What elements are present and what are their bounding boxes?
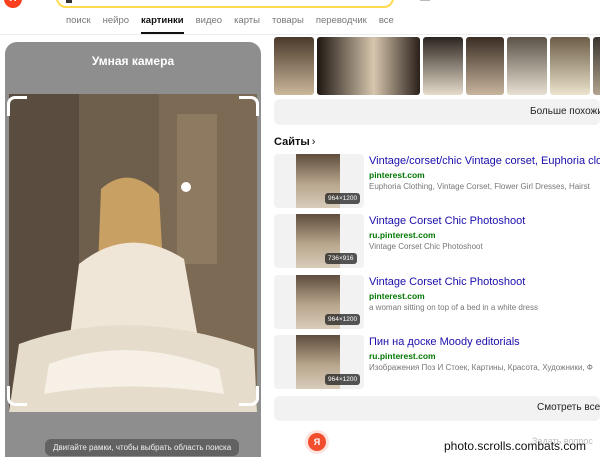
- result-description: a woman sitting on top of a bed in a whi…: [369, 303, 538, 312]
- result-title-link[interactable]: Vintage Corset Chic Photoshoot: [369, 215, 525, 227]
- similar-image[interactable]: [317, 37, 420, 95]
- smart-camera-panel: Умная камера Двигайте рамки, чтобы выбра…: [5, 42, 261, 457]
- image-size-badge: 736×916: [325, 253, 357, 264]
- query-photo[interactable]: [9, 94, 257, 412]
- sites-heading[interactable]: Сайты ›: [274, 136, 315, 148]
- tab-maps[interactable]: карты: [234, 14, 260, 34]
- crop-handle-bottom-left[interactable]: [7, 386, 27, 406]
- tab-all[interactable]: все: [379, 14, 394, 34]
- site-result[interactable]: 736×916 Vintage Corset Chic Photoshoot r…: [274, 214, 600, 270]
- alice-assistant-button[interactable]: Я: [305, 430, 329, 454]
- tab-search[interactable]: поиск: [66, 14, 91, 34]
- search-input[interactable]: [56, 0, 394, 8]
- image-size-badge: 964×1200: [325, 374, 361, 385]
- crop-handle-bottom-right[interactable]: [239, 386, 259, 406]
- tab-neuro[interactable]: нейро: [103, 14, 129, 34]
- image-size-badge: 964×1200: [325, 193, 361, 204]
- more-similar-label: Больше похожи: [530, 106, 600, 117]
- result-description: Изображения Поз И Стоек, Картины, Красот…: [369, 363, 593, 372]
- result-domain[interactable]: ru.pinterest.com: [369, 230, 436, 240]
- see-all-button[interactable]: Смотреть все: [274, 396, 600, 421]
- alice-icon: Я: [308, 433, 326, 451]
- similar-image[interactable]: [423, 37, 463, 95]
- object-marker[interactable]: [181, 182, 191, 192]
- site-result[interactable]: 964×1200 Пин на доске Moody editorials r…: [274, 335, 600, 391]
- tab-products[interactable]: товары: [272, 14, 304, 34]
- clear-icon[interactable]: [420, 0, 430, 1]
- similar-images-strip: [274, 37, 600, 95]
- similar-image[interactable]: [274, 37, 314, 95]
- watermark-text: photo.scrolls.combats.com: [444, 439, 587, 453]
- result-description: Vintage Corset Chic Photoshoot: [369, 242, 483, 251]
- result-domain[interactable]: pinterest.com: [369, 291, 425, 301]
- tab-video[interactable]: видео: [196, 14, 222, 34]
- site-result[interactable]: 964×1200 Vintage Corset Chic Photoshoot …: [274, 275, 600, 331]
- similar-image[interactable]: [550, 37, 590, 95]
- chevron-right-icon: ›: [311, 136, 316, 148]
- similar-image[interactable]: [507, 37, 547, 95]
- result-domain[interactable]: ru.pinterest.com: [369, 351, 436, 361]
- result-thumbnail[interactable]: 964×1200: [274, 275, 364, 329]
- result-thumbnail[interactable]: 964×1200: [274, 335, 364, 389]
- smart-camera-title: Умная камера: [91, 54, 175, 68]
- result-title-link[interactable]: Vintage/corset/chic Vintage corset, Euph…: [369, 155, 600, 167]
- result-title-link[interactable]: Vintage Corset Chic Photoshoot: [369, 276, 525, 288]
- nav-divider: [0, 34, 600, 35]
- result-description: Euphoria Clothing, Vintage Corset, Flowe…: [369, 182, 590, 191]
- tab-images[interactable]: картинки: [141, 14, 184, 34]
- image-size-badge: 964×1200: [325, 314, 361, 325]
- result-thumbnail[interactable]: 964×1200: [274, 154, 364, 208]
- crop-hint: Двигайте рамки, чтобы выбрать область по…: [45, 439, 240, 456]
- sites-heading-label: Сайты: [274, 136, 310, 148]
- similar-image[interactable]: [593, 37, 600, 95]
- result-domain[interactable]: pinterest.com: [369, 170, 425, 180]
- similar-image[interactable]: [466, 37, 504, 95]
- crop-handle-top-left[interactable]: [7, 96, 27, 116]
- search-tabs: поиск нейро картинки видео карты товары …: [66, 14, 394, 34]
- crop-handle-top-right[interactable]: [239, 96, 259, 116]
- site-result[interactable]: 964×1200 Vintage/corset/chic Vintage cor…: [274, 154, 600, 210]
- search-thumbnail-icon: [66, 0, 72, 3]
- result-title-link[interactable]: Пин на доске Moody editorials: [369, 336, 520, 348]
- tab-translator[interactable]: переводчик: [316, 14, 367, 34]
- more-similar-button[interactable]: Больше похожи: [274, 99, 600, 125]
- result-thumbnail[interactable]: 736×916: [274, 214, 364, 268]
- see-all-label: Смотреть все: [537, 402, 600, 413]
- yandex-logo[interactable]: Я: [4, 0, 22, 8]
